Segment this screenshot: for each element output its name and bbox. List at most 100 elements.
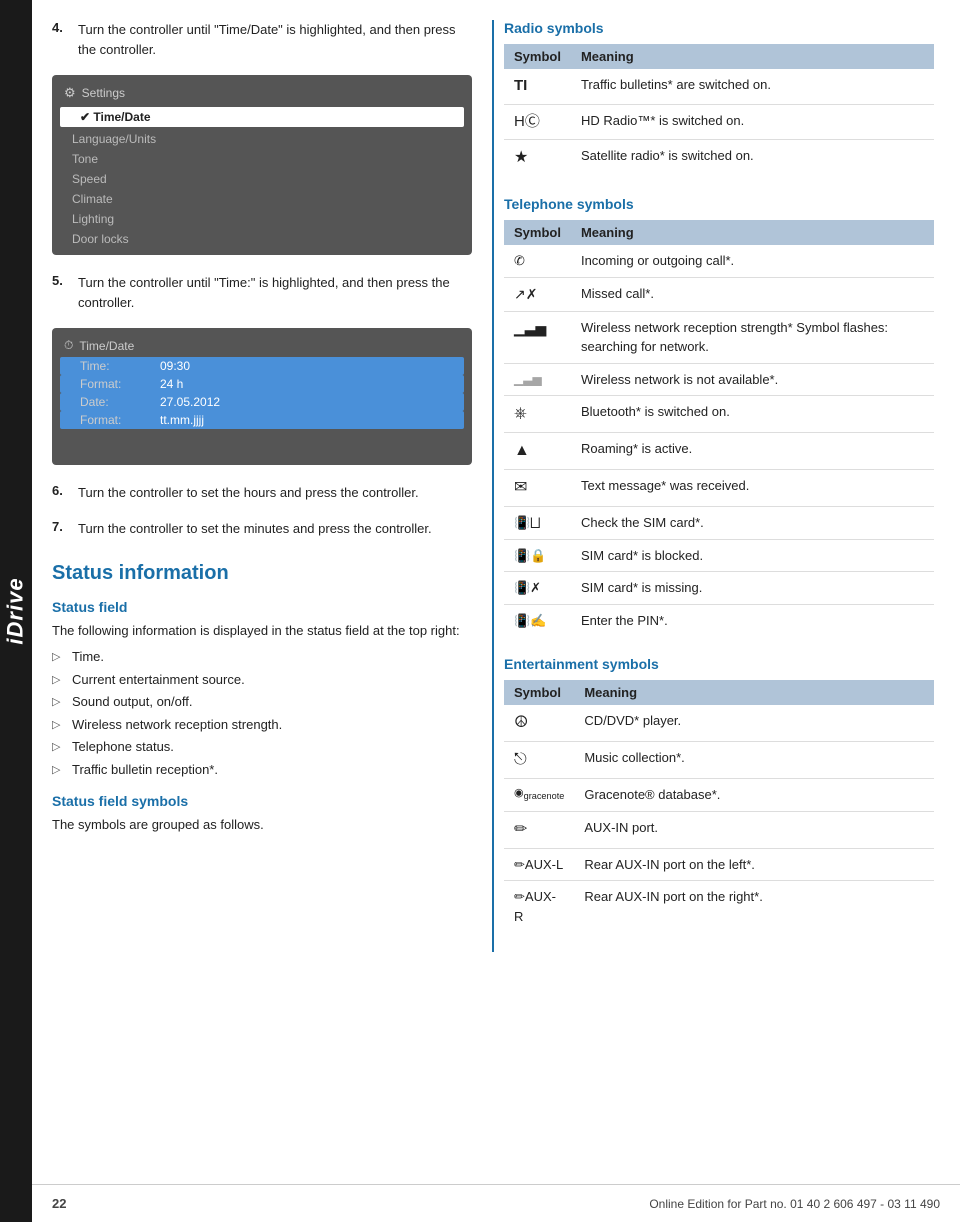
- footer-text: Online Edition for Part no. 01 40 2 606 …: [649, 1197, 940, 1211]
- tel-sym-missingsim: 📳✗: [504, 572, 571, 605]
- status-field-description: The following information is displayed i…: [52, 621, 472, 641]
- tel-sym-checksim: 📳⨆: [504, 507, 571, 540]
- right-column: Radio symbols Symbol Meaning TI Traffic …: [494, 20, 954, 952]
- time-label: Time:: [80, 359, 160, 373]
- tel-sym-pin: 📳✍: [504, 604, 571, 636]
- entertainment-symbols-heading: Entertainment symbols: [504, 656, 934, 672]
- list-item-telephone: ▷ Telephone status.: [52, 737, 472, 757]
- list-item-entertainment-text: Current entertainment source.: [72, 670, 245, 690]
- table-row: ◉gracenote Gracenote® database*.: [504, 779, 934, 812]
- table-row: ⎋ Music collection*.: [504, 742, 934, 779]
- bullet-arrow-icon: ▷: [52, 649, 64, 666]
- timedate-screenshot: ⏱ Time/Date Time: 09:30 Format: 24 h Dat…: [52, 328, 472, 465]
- format1-label: Format:: [80, 377, 160, 391]
- table-row: 📳⨆ Check the SIM card*.: [504, 507, 934, 540]
- settings-item-tone: Tone: [52, 149, 472, 169]
- tel-col-symbol: Symbol: [504, 220, 571, 245]
- step-4-text: Turn the controller until "Time/Date" is…: [78, 20, 472, 59]
- table-row: ↗✗ Missed call*.: [504, 277, 934, 311]
- radio-sym-hd: HⒸ: [504, 104, 571, 140]
- tel-meaning-call: Incoming or outgoing call*.: [571, 245, 934, 277]
- step-5-number: 5.: [52, 273, 70, 312]
- table-row: ☮ CD/DVD* player.: [504, 705, 934, 742]
- tel-col-meaning: Meaning: [571, 220, 934, 245]
- settings-label: Settings: [82, 86, 125, 100]
- tel-meaning-nosignal: Wireless network is not available*.: [571, 363, 934, 396]
- table-row: ▲ Roaming* is active.: [504, 433, 934, 470]
- format1-value: 24 h: [160, 377, 183, 391]
- tel-meaning-missed: Missed call*.: [571, 277, 934, 311]
- tel-sym-roaming: ▲: [504, 433, 571, 470]
- step-4: 4. Turn the controller until "Time/Date"…: [52, 20, 472, 59]
- format2-label: Format:: [80, 413, 160, 427]
- tel-meaning-blockedsim: SIM card* is blocked.: [571, 539, 934, 572]
- ent-meaning-auxr: Rear AUX-IN port on the right*.: [574, 881, 934, 933]
- tel-meaning-sms: Text message* was received.: [571, 470, 934, 507]
- table-row: ✏ AUX-IN port.: [504, 811, 934, 848]
- timedate-title: ⏱ Time/Date: [52, 334, 472, 357]
- list-item-wireless: ▷ Wireless network reception strength.: [52, 715, 472, 735]
- radio-sym-ti: TI: [504, 69, 571, 104]
- tel-meaning-pin: Enter the PIN*.: [571, 604, 934, 636]
- ent-meaning-gracenote: Gracenote® database*.: [574, 779, 934, 812]
- ent-meaning-auxl: Rear AUX-IN port on the left*.: [574, 848, 934, 881]
- ent-sym-aux: ✏: [504, 811, 574, 848]
- idrive-label: iDrive: [3, 577, 29, 644]
- table-row: TI Traffic bulletins* are switched on.: [504, 69, 934, 104]
- list-item-wireless-text: Wireless network reception strength.: [72, 715, 282, 735]
- table-row: 📳🔒 SIM card* is blocked.: [504, 539, 934, 572]
- radio-symbols-heading: Radio symbols: [504, 20, 934, 36]
- page-number: 22: [52, 1196, 66, 1211]
- telephone-symbols-table: Symbol Meaning ✆ Incoming or outgoing ca…: [504, 220, 934, 636]
- ent-col-meaning: Meaning: [574, 680, 934, 705]
- tel-meaning-bluetooth: Bluetooth* is switched on.: [571, 396, 934, 433]
- table-row: ★ Satellite radio* is switched on.: [504, 140, 934, 177]
- telephone-symbols-heading: Telephone symbols: [504, 196, 934, 212]
- date-label: Date:: [80, 395, 160, 409]
- tel-sym-nosignal: ▁▃▅: [504, 363, 571, 396]
- step-6-number: 6.: [52, 483, 70, 503]
- idrive-tab: iDrive: [0, 0, 32, 1222]
- date-value: 27.05.2012: [160, 395, 220, 409]
- tel-meaning-signal: Wireless network reception strength* Sym…: [571, 311, 934, 363]
- radio-symbols-table: Symbol Meaning TI Traffic bulletins* are…: [504, 44, 934, 176]
- step-5-text: Turn the controller until "Time:" is hig…: [78, 273, 472, 312]
- timedate-row-time: Time: 09:30: [60, 357, 464, 375]
- ent-sym-dvd: ☮: [504, 705, 574, 742]
- status-field-list: ▷ Time. ▷ Current entertainment source. …: [52, 647, 472, 779]
- bullet-arrow-icon: ▷: [52, 672, 64, 689]
- step-7: 7. Turn the controller to set the minute…: [52, 519, 472, 539]
- settings-item-doorlocks: Door locks: [52, 229, 472, 249]
- settings-screenshot: ⚙ Settings ✔ Time/Date Language/Units To…: [52, 75, 472, 255]
- bullet-arrow-icon: ▷: [52, 739, 64, 756]
- list-item-telephone-text: Telephone status.: [72, 737, 174, 757]
- tel-sym-missed: ↗✗: [504, 277, 571, 311]
- table-row: 📳✗ SIM card* is missing.: [504, 572, 934, 605]
- ent-sym-auxr: ✏AUX-R: [504, 881, 574, 933]
- tel-sym-sms: ✉: [504, 470, 571, 507]
- tel-sym-blockedsim: 📳🔒: [504, 539, 571, 572]
- radio-meaning-hd: HD Radio™* is switched on.: [571, 104, 934, 140]
- step-7-number: 7.: [52, 519, 70, 539]
- tel-meaning-missingsim: SIM card* is missing.: [571, 572, 934, 605]
- table-row: HⒸ HD Radio™* is switched on.: [504, 104, 934, 140]
- bullet-arrow-icon: ▷: [52, 694, 64, 711]
- table-row: ✉ Text message* was received.: [504, 470, 934, 507]
- timedate-row-date: Date: 27.05.2012: [60, 393, 464, 411]
- table-row: ✏AUX-R Rear AUX-IN port on the right*.: [504, 881, 934, 933]
- ent-sym-music: ⎋: [504, 742, 574, 779]
- entertainment-symbols-table: Symbol Meaning ☮ CD/DVD* player. ⎋ Music…: [504, 680, 934, 932]
- table-row: ✏AUX-L Rear AUX-IN port on the left*.: [504, 848, 934, 881]
- table-row: ▁▃▅ Wireless network is not available*.: [504, 363, 934, 396]
- settings-title: ⚙ Settings: [52, 81, 472, 105]
- settings-item-timedate: ✔ Time/Date: [60, 107, 464, 127]
- table-row: ▁▃▅ Wireless network reception strength*…: [504, 311, 934, 363]
- bullet-arrow-icon: ▷: [52, 762, 64, 779]
- ent-sym-gracenote: ◉gracenote: [504, 779, 574, 812]
- status-field-subheading: Status field: [52, 599, 472, 615]
- list-item-sound-text: Sound output, on/off.: [72, 692, 192, 712]
- step-5: 5. Turn the controller until "Time:" is …: [52, 273, 472, 312]
- ent-meaning-aux: AUX-IN port.: [574, 811, 934, 848]
- tel-sym-signal: ▁▃▅: [504, 311, 571, 363]
- footer: 22 Online Edition for Part no. 01 40 2 6…: [32, 1184, 960, 1222]
